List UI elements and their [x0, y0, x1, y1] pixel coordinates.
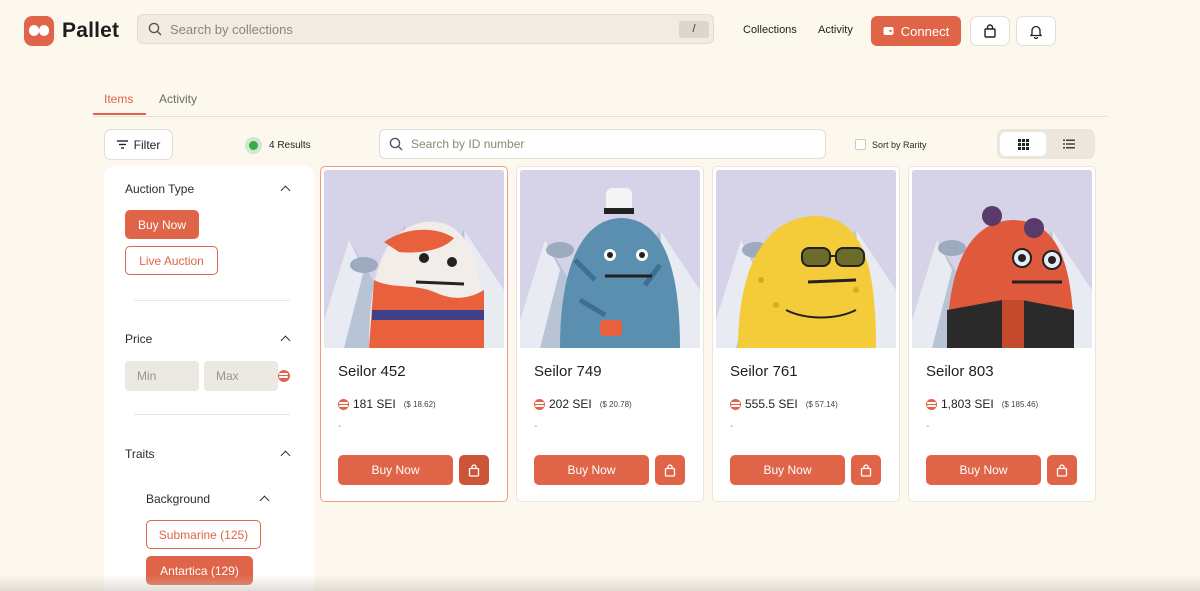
results-label: 4 Results — [269, 140, 311, 151]
nft-title: Seilor 749 — [534, 363, 602, 380]
add-to-cart-button[interactable] — [459, 455, 489, 485]
bag-icon — [664, 463, 676, 477]
nft-image[interactable] — [324, 170, 504, 348]
price-sei: 181 SEI — [353, 397, 396, 411]
live-status-icon — [245, 137, 262, 154]
buy-now-button[interactable]: Buy Now — [730, 455, 845, 485]
chevron-up-icon[interactable] — [280, 335, 291, 346]
nav-activity[interactable]: Activity — [818, 24, 853, 36]
sort-rarity-label: Sort by Rarity — [872, 139, 927, 150]
wallet-icon — [883, 27, 894, 35]
nft-card[interactable]: Seilor 749 202 SEI ($ 20.78) - Buy Now — [516, 166, 704, 502]
list-view-button[interactable] — [1046, 132, 1092, 156]
cart-button[interactable] — [970, 16, 1010, 46]
chevron-up-icon[interactable] — [280, 185, 291, 196]
price-max-input[interactable]: Max — [204, 361, 278, 391]
traits-title: Traits — [125, 447, 155, 461]
trait-option-submarine[interactable]: Submarine (125) — [146, 520, 261, 549]
collection-search-input[interactable]: Search by collections / — [137, 14, 714, 44]
tabs-divider — [93, 116, 1107, 117]
live-auction-filter[interactable]: Live Auction — [125, 246, 218, 275]
list-icon — [1063, 139, 1075, 149]
price-sei: 555.5 SEI — [745, 397, 798, 411]
chevron-up-icon[interactable] — [259, 495, 270, 506]
grid-view-button[interactable] — [1000, 132, 1046, 156]
nft-title: Seilor 803 — [926, 363, 994, 380]
buy-now-button[interactable]: Buy Now — [926, 455, 1041, 485]
results-count: 4 Results — [245, 137, 311, 154]
price-sei: 1,803 SEI — [941, 397, 994, 411]
id-search-placeholder: Search by ID number — [411, 137, 525, 151]
sei-currency-icon — [338, 398, 349, 410]
bag-icon — [468, 463, 480, 477]
buy-now-button[interactable]: Buy Now — [534, 455, 649, 485]
nft-title: Seilor 761 — [730, 363, 798, 380]
search-shortcut-key: / — [679, 21, 709, 38]
nft-image[interactable] — [912, 170, 1092, 348]
notifications-button[interactable] — [1016, 16, 1056, 46]
buy-now-filter[interactable]: Buy Now — [125, 210, 199, 239]
window-bottom-shadow — [0, 575, 1200, 591]
last-sale: - — [730, 421, 734, 432]
grid-icon — [1017, 138, 1029, 150]
add-to-cart-button[interactable] — [851, 455, 881, 485]
nft-image[interactable] — [520, 170, 700, 348]
search-icon — [389, 137, 403, 151]
nav-collections[interactable]: Collections — [743, 24, 797, 36]
last-sale: - — [338, 421, 342, 432]
tab-activity[interactable]: Activity — [159, 92, 197, 106]
tab-items[interactable]: Items — [104, 92, 133, 106]
collection-search-placeholder: Search by collections — [170, 21, 293, 37]
filter-icon — [116, 140, 128, 149]
view-toggle — [997, 129, 1095, 159]
sei-currency-icon — [534, 398, 545, 410]
filter-sidebar: Auction Type Buy Now Live Auction Price … — [104, 166, 314, 591]
pallet-logo-icon — [24, 16, 54, 46]
bag-icon — [984, 24, 996, 38]
chevron-up-icon[interactable] — [280, 450, 291, 461]
connect-label: Connect — [900, 23, 950, 39]
price-sei: 202 SEI — [549, 397, 592, 411]
nft-card[interactable]: Seilor 803 1,803 SEI ($ 185.46) - Buy No… — [908, 166, 1096, 502]
filter-label: Filter — [133, 137, 161, 152]
last-sale: - — [926, 421, 930, 432]
add-to-cart-button[interactable] — [655, 455, 685, 485]
nft-price: 202 SEI ($ 20.78) — [534, 397, 632, 411]
sei-currency-icon — [278, 370, 290, 382]
search-icon — [148, 22, 162, 36]
nft-card[interactable]: Seilor 761 555.5 SEI ($ 57.14) - Buy Now — [712, 166, 900, 502]
id-search-input[interactable]: Search by ID number — [379, 129, 826, 159]
bag-icon — [1056, 463, 1068, 477]
sidebar-divider — [134, 300, 290, 301]
sei-currency-icon — [730, 398, 741, 410]
connect-button[interactable]: Connect — [871, 16, 961, 46]
price-usd: ($ 20.78) — [599, 399, 632, 409]
nft-title: Seilor 452 — [338, 363, 406, 380]
price-usd: ($ 18.62) — [403, 399, 436, 409]
bag-icon — [860, 463, 872, 477]
auction-type-title: Auction Type — [125, 182, 195, 196]
sort-by-rarity[interactable]: Sort by Rarity — [855, 139, 927, 150]
last-sale: - — [534, 421, 538, 432]
app-name: Pallet — [62, 19, 120, 42]
filter-button[interactable]: Filter — [104, 129, 173, 160]
sidebar-divider — [134, 414, 290, 415]
sei-currency-icon — [926, 398, 937, 410]
price-title: Price — [125, 332, 153, 346]
nft-image[interactable] — [716, 170, 896, 348]
bell-icon — [1029, 25, 1043, 39]
background-trait-title: Background — [146, 492, 211, 506]
add-to-cart-button[interactable] — [1047, 455, 1077, 485]
price-min-input[interactable]: Min — [125, 361, 199, 391]
nft-price: 555.5 SEI ($ 57.14) — [730, 397, 838, 411]
price-usd: ($ 185.46) — [1001, 399, 1039, 409]
buy-now-button[interactable]: Buy Now — [338, 455, 453, 485]
price-usd: ($ 57.14) — [805, 399, 838, 409]
nft-card[interactable]: Seilor 452 181 SEI ($ 18.62) - Buy Now — [320, 166, 508, 502]
active-tab-indicator — [93, 113, 146, 115]
nft-price: 181 SEI ($ 18.62) — [338, 397, 436, 411]
nft-price: 1,803 SEI ($ 185.46) — [926, 397, 1038, 411]
sort-rarity-checkbox[interactable] — [855, 139, 866, 150]
pallet-logo[interactable]: Pallet — [24, 16, 119, 46]
